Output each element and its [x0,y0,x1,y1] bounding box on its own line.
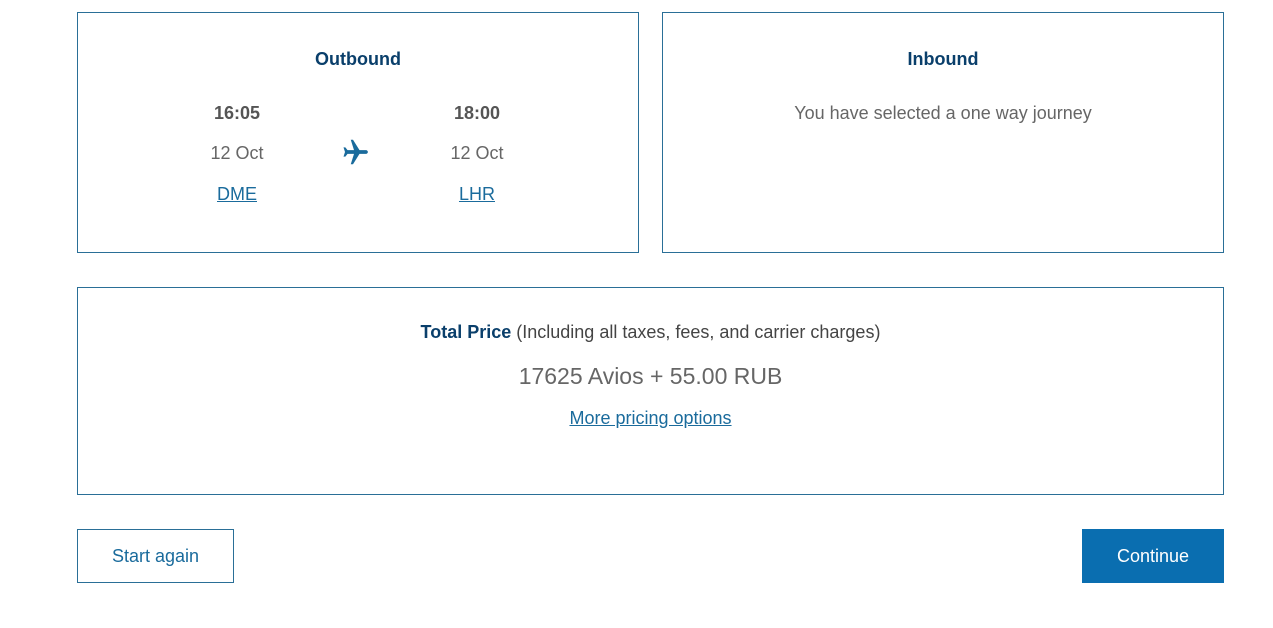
plane-icon [343,139,368,165]
arrival-airport-link[interactable]: LHR [397,184,557,205]
total-price-note: (Including all taxes, fees, and carrier … [516,322,881,342]
arrival-date: 12 Oct [450,143,504,163]
outbound-title: Outbound [315,49,401,69]
total-price-heading: Total Price (Including all taxes, fees, … [78,322,1223,343]
total-price-label: Total Price [420,322,512,342]
departure-date: 12 Oct [210,143,264,163]
departure-time: 16:05 [213,103,261,123]
inbound-panel: Inbound You have selected a one way jour… [662,12,1224,253]
total-price-value: 17625 Avios + 55.00 RUB [518,363,783,389]
arrival-time: 18:00 [453,103,501,123]
departure-airport-link[interactable]: DME [157,184,317,205]
continue-button[interactable]: Continue [1082,529,1224,583]
pricing-options-wrap: More pricing options [78,408,1223,429]
more-pricing-options-link[interactable]: More pricing options [569,408,731,428]
total-price-panel: Total Price (Including all taxes, fees, … [77,287,1224,495]
inbound-title: Inbound [907,49,979,69]
start-again-button[interactable]: Start again [77,529,234,583]
outbound-panel: Outbound 16:05 12 Oct DME 18:00 12 Oct L… [77,12,639,253]
one-way-message: You have selected a one way journey [794,103,1092,123]
